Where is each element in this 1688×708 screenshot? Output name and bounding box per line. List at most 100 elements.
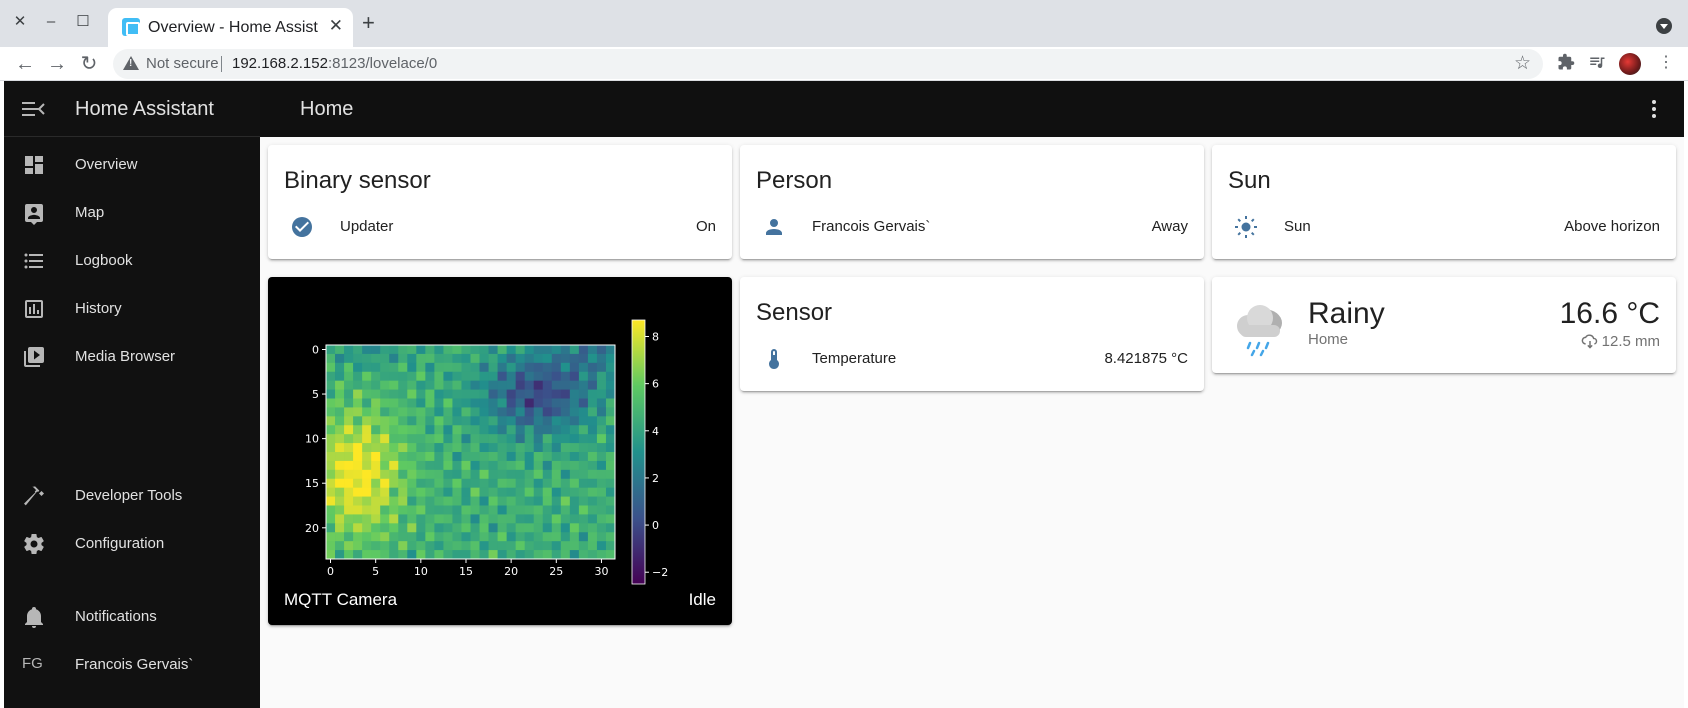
heatmap-cell: [443, 345, 453, 355]
heatmap-cell: [560, 407, 571, 417]
heatmap-cell: [578, 345, 589, 355]
heatmap-cell: [524, 425, 535, 435]
browser-tab[interactable]: Overview - Home Assistant ✕: [108, 8, 353, 47]
more-vertical-icon[interactable]: [1652, 100, 1656, 118]
entity-name[interactable]: Temperature: [812, 350, 896, 367]
heatmap-cell: [371, 353, 381, 364]
sidebar-item-history[interactable]: History: [4, 285, 260, 333]
address-bar[interactable]: Not secure 192.168.2.152:8123/lovelace/0…: [113, 49, 1543, 79]
heatmap-cell: [533, 514, 544, 524]
heatmap-cell: [371, 398, 381, 408]
heatmap-cell: [452, 389, 462, 399]
tab-close-icon[interactable]: ✕: [329, 16, 343, 36]
entity-name[interactable]: Updater: [340, 218, 393, 235]
new-tab-button[interactable]: +: [362, 12, 375, 34]
heatmap-cell: [434, 514, 444, 524]
heatmap-cell: [326, 398, 336, 408]
heatmap-cell: [380, 443, 390, 453]
heatmap-cell: [533, 425, 544, 435]
mqtt-camera-card[interactable]: 0 5 10 15 20 25 30 0 5 10 15 20 8 6 4 2 0 −2 MQTT Camer…: [268, 277, 732, 625]
heatmap-cell: [551, 541, 562, 551]
tab-search-icon[interactable]: [1656, 18, 1672, 34]
heatmap-cell: [362, 380, 372, 390]
media-queue-icon[interactable]: [1587, 53, 1607, 73]
sidebar-item-media-browser[interactable]: Media Browser: [4, 333, 260, 381]
sidebar-item-developer-tools[interactable]: Developer Tools: [4, 472, 260, 520]
heatmap-cell: [596, 469, 607, 480]
heatmap-cell: [353, 541, 363, 551]
entity-name[interactable]: Francois Gervais`: [812, 218, 930, 235]
window-close-icon[interactable]: ✕: [8, 10, 32, 34]
entity-name[interactable]: Sun: [1284, 218, 1311, 235]
heatmap-cell: [596, 541, 607, 551]
heatmap-cell: [461, 496, 471, 506]
heatmap-cell: [578, 550, 589, 560]
heatmap-cell: [407, 550, 417, 560]
menu-collapse-icon[interactable]: [22, 98, 45, 120]
reload-icon[interactable]: ↻: [76, 51, 102, 77]
extensions-puzzle-icon[interactable]: [1556, 53, 1576, 73]
heatmap-cell: [326, 434, 336, 444]
sidebar-item-notifications[interactable]: Notifications: [4, 593, 260, 641]
bookmark-star-icon[interactable]: ☆: [1514, 52, 1531, 75]
heatmap-cell: [497, 469, 508, 480]
heatmap-cell: [560, 434, 571, 444]
heatmap-cell: [335, 505, 345, 515]
heatmap-cell: [506, 371, 517, 382]
heatmap-cell: [353, 505, 363, 515]
url-text[interactable]: 192.168.2.152:8123/lovelace/0: [232, 55, 437, 72]
heatmap-cell: [434, 434, 444, 444]
heatmap-cell: [596, 505, 607, 515]
heatmap-cell: [578, 434, 589, 444]
window-minimize-icon[interactable]: –: [39, 10, 63, 34]
back-arrow-icon[interactable]: ←: [12, 51, 38, 77]
white-balance-sunny-icon[interactable]: [1234, 215, 1258, 239]
heatmap-cell: [452, 514, 462, 524]
heatmap-cell: [344, 514, 354, 524]
heatmap-cell: [380, 416, 390, 426]
heatmap-cell: [353, 487, 363, 497]
thermometer-icon[interactable]: [762, 347, 786, 371]
window-maximize-icon[interactable]: ☐: [71, 10, 95, 34]
account-icon[interactable]: [762, 215, 786, 239]
weather-condition: Rainy: [1308, 297, 1385, 330]
heatmap-cell: [434, 389, 444, 399]
browser-menu-icon[interactable]: ⋮: [1656, 53, 1676, 73]
heatmap-cell: [425, 523, 435, 533]
sidebar-item-label: Logbook: [75, 252, 133, 269]
profile-avatar[interactable]: [1619, 53, 1641, 75]
sidebar-item-configuration[interactable]: Configuration: [4, 520, 260, 568]
heatmap-cell: [434, 345, 444, 355]
heatmap-cell: [524, 505, 535, 515]
heatmap-cell: [578, 380, 589, 390]
security-label[interactable]: Not secure: [146, 55, 219, 72]
sidebar-item-label: Map: [75, 204, 105, 221]
heatmap-cell: [461, 345, 471, 355]
sidebar-item-logbook[interactable]: Logbook: [4, 237, 260, 285]
heatmap-cell: [605, 541, 616, 551]
sidebar-item-label: Developer Tools: [75, 487, 183, 504]
heatmap-cell: [434, 505, 444, 515]
check-circle-icon[interactable]: [290, 215, 314, 239]
heatmap-cell: [452, 362, 462, 373]
heatmap-cell: [524, 460, 535, 471]
heatmap-cell: [344, 550, 354, 560]
heatmap-cell: [335, 407, 345, 417]
weather-card[interactable]: Rainy Home 16.6 °C 12.5 mm: [1212, 277, 1676, 373]
entity-state: Away: [1151, 218, 1188, 235]
sidebar-item-overview[interactable]: Overview: [4, 141, 260, 189]
sidebar-item-map[interactable]: Map: [4, 189, 260, 237]
heatmap-cell: [497, 362, 508, 373]
heatmap-cell: [551, 469, 562, 480]
heatmap-cell: [542, 407, 553, 417]
sidebar-item-profile[interactable]: FG Francois Gervais`: [4, 641, 260, 689]
heatmap-cell: [443, 434, 453, 444]
heatmap-cell: [425, 532, 435, 542]
heatmap-cell: [335, 478, 345, 489]
heatmap-cell: [479, 389, 489, 399]
heatmap-cell: [434, 416, 444, 426]
heatmap-cell: [506, 353, 517, 364]
heatmap-cell: [497, 425, 508, 435]
forward-arrow-icon[interactable]: →: [44, 51, 70, 77]
heatmap-cell: [362, 425, 372, 435]
